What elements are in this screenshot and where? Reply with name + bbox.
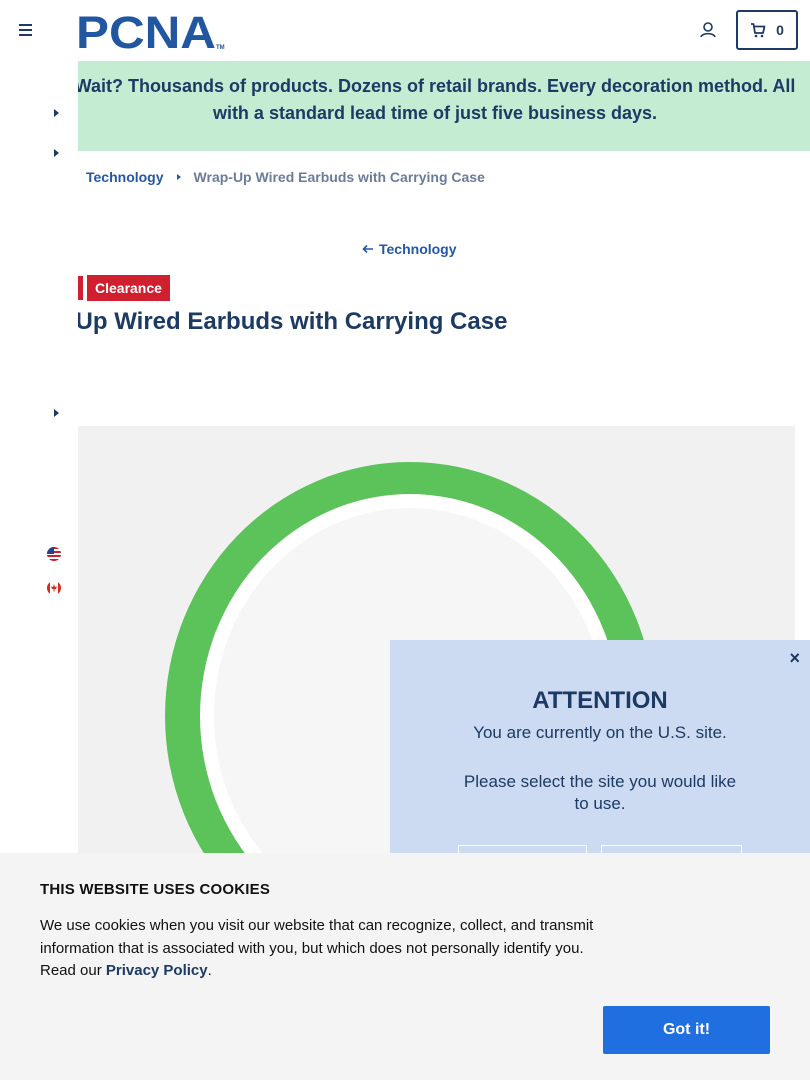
- pcna-logo[interactable]: PCNA TM: [76, 7, 226, 58]
- promo-line: with a standard lead time of just five b…: [212, 103, 658, 123]
- product-title-text: Wrap-Up Wired Earbuds with Carrying Case: [78, 308, 508, 335]
- caret-right-icon: [54, 149, 59, 157]
- close-icon[interactable]: ×: [789, 648, 800, 669]
- site-selector-modal: × ATTENTION You are currently on the U.S…: [390, 640, 810, 885]
- product-title: Wrap-Up Wired Earbuds with Carrying Case: [78, 306, 810, 338]
- account-button[interactable]: [697, 19, 719, 41]
- badge-edge: [78, 276, 83, 300]
- modal-instruction: Please select the site you would like to…: [463, 772, 737, 813]
- menu-button[interactable]: [18, 20, 38, 40]
- svg-text:TM: TM: [216, 45, 225, 51]
- cart-count: 0: [776, 22, 784, 38]
- rail-expand-button[interactable]: [50, 106, 62, 118]
- rail-expand-button[interactable]: [50, 406, 62, 418]
- promo-banner: Wait? Thousands of products. Dozens of r…: [78, 61, 810, 151]
- us-site-button[interactable]: [45, 545, 63, 563]
- rail-expand-button[interactable]: [50, 146, 62, 158]
- clearance-badge: Clearance: [87, 275, 170, 301]
- cookie-text-end: .: [207, 962, 212, 979]
- caret-right-icon: [54, 409, 59, 417]
- privacy-policy-link[interactable]: Privacy Policy: [106, 962, 208, 979]
- modal-message: You are currently on the U.S. site.: [473, 723, 727, 742]
- product-page: PCNA TM 0 Wait? Thousands of products. D…: [0, 0, 810, 1080]
- cookie-title: THIS WEBSITE USES COOKIES: [40, 881, 271, 898]
- menu-icon: [19, 24, 32, 36]
- breadcrumb-current: Wrap-Up Wired Earbuds with Carrying Case: [193, 169, 485, 185]
- breadcrumb: Technology Wrap-Up Wired Earbuds with Ca…: [86, 169, 485, 185]
- back-to-category-link[interactable]: Technology: [362, 241, 457, 257]
- cookie-banner: THIS WEBSITE USES COOKIES We use cookies…: [0, 853, 810, 1080]
- promo-text: Wait? Thousands of products. Dozens of r…: [78, 73, 800, 127]
- us-flag-icon: [47, 547, 61, 561]
- promo-line: Wait? Thousands of products. Dozens of r…: [78, 76, 796, 96]
- cart-button[interactable]: 0: [736, 10, 798, 50]
- caret-right-icon: [54, 109, 59, 117]
- site-header: PCNA TM 0: [0, 0, 810, 61]
- cookie-message: We use cookies when you visit our websit…: [40, 915, 600, 983]
- canada-site-button[interactable]: [45, 579, 63, 597]
- caret-right-icon: [176, 174, 181, 180]
- cart-icon: [751, 23, 766, 38]
- breadcrumb-technology-link[interactable]: Technology: [86, 169, 164, 185]
- modal-title: ATTENTION: [532, 687, 668, 714]
- user-icon: [700, 22, 716, 38]
- arrow-left-icon: [362, 244, 373, 254]
- svg-text:PCNA: PCNA: [76, 10, 216, 52]
- back-link-label: Technology: [379, 241, 457, 257]
- accept-cookies-button[interactable]: Got it!: [603, 1006, 770, 1054]
- canada-flag-icon: [47, 581, 61, 595]
